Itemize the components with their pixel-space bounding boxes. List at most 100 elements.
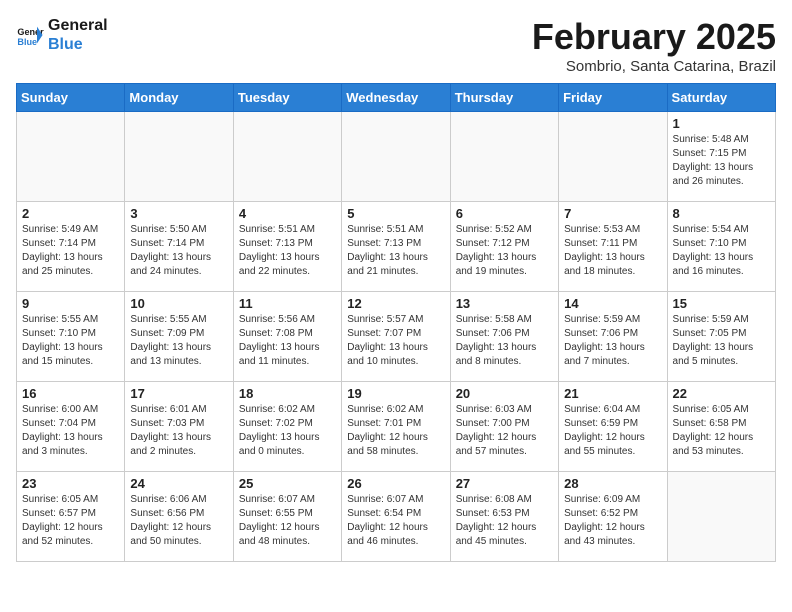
day-number: 25 — [239, 476, 336, 491]
day-number: 14 — [564, 296, 661, 311]
day-info: Sunrise: 5:59 AM Sunset: 7:06 PM Dayligh… — [564, 313, 661, 369]
day-info: Sunrise: 5:55 AM Sunset: 7:10 PM Dayligh… — [22, 313, 119, 369]
day-cell: 28 Sunrise: 6:09 AM Sunset: 6:52 PM Dayli… — [559, 472, 667, 562]
day-number: 28 — [564, 476, 661, 491]
day-cell — [342, 112, 450, 202]
day-number: 6 — [456, 206, 553, 221]
day-cell — [667, 472, 775, 562]
day-info: Sunrise: 5:49 AM Sunset: 7:14 PM Dayligh… — [22, 223, 119, 279]
day-number: 10 — [130, 296, 227, 311]
day-header-saturday: Saturday — [667, 84, 775, 112]
day-cell — [125, 112, 233, 202]
day-number: 21 — [564, 386, 661, 401]
day-cell: 11 Sunrise: 5:56 AM Sunset: 7:08 PM Dayli… — [233, 292, 341, 382]
day-number: 1 — [673, 116, 770, 131]
day-number: 24 — [130, 476, 227, 491]
day-cell: 26 Sunrise: 6:07 AM Sunset: 6:54 PM Dayli… — [342, 472, 450, 562]
day-cell: 7 Sunrise: 5:53 AM Sunset: 7:11 PM Daylig… — [559, 202, 667, 292]
day-number: 19 — [347, 386, 444, 401]
day-cell: 3Sunrise: 5:50 AM Sunset: 7:14 PM Daylig… — [125, 202, 233, 292]
day-info: Sunrise: 6:08 AM Sunset: 6:53 PM Dayligh… — [456, 493, 553, 549]
svg-text:Blue: Blue — [17, 37, 37, 47]
day-info: Sunrise: 6:07 AM Sunset: 6:54 PM Dayligh… — [347, 493, 444, 549]
day-info: Sunrise: 6:02 AM Sunset: 7:02 PM Dayligh… — [239, 403, 336, 459]
day-cell: 8 Sunrise: 5:54 AM Sunset: 7:10 PM Daylig… — [667, 202, 775, 292]
day-number: 2 — [22, 206, 119, 221]
day-info: Sunrise: 6:06 AM Sunset: 6:56 PM Dayligh… — [130, 493, 227, 549]
day-number: 8 — [673, 206, 770, 221]
day-number: 9 — [22, 296, 119, 311]
day-info: Sunrise: 6:05 AM Sunset: 6:57 PM Dayligh… — [22, 493, 119, 549]
day-number: 11 — [239, 296, 336, 311]
week-row-5: 23 Sunrise: 6:05 AM Sunset: 6:57 PM Dayli… — [17, 472, 776, 562]
day-cell — [450, 112, 558, 202]
days-header-row: SundayMondayTuesdayWednesdayThursdayFrid… — [17, 84, 776, 112]
day-info: Sunrise: 6:09 AM Sunset: 6:52 PM Dayligh… — [564, 493, 661, 549]
day-cell: 23 Sunrise: 6:05 AM Sunset: 6:57 PM Dayli… — [17, 472, 125, 562]
day-cell: 16 Sunrise: 6:00 AM Sunset: 7:04 PM Dayli… — [17, 382, 125, 472]
day-number: 17 — [130, 386, 227, 401]
day-cell: 22 Sunrise: 6:05 AM Sunset: 6:58 PM Dayli… — [667, 382, 775, 472]
day-info: Sunrise: 5:48 AM Sunset: 7:15 PM Dayligh… — [673, 133, 770, 189]
month-title: February 2025 — [532, 16, 776, 58]
day-header-sunday: Sunday — [17, 84, 125, 112]
day-cell: 20 Sunrise: 6:03 AM Sunset: 7:00 PM Dayli… — [450, 382, 558, 472]
day-info: Sunrise: 6:01 AM Sunset: 7:03 PM Dayligh… — [130, 403, 227, 459]
day-number: 3 — [130, 206, 227, 221]
logo-icon: General Blue — [16, 21, 44, 49]
logo-line2: Blue — [48, 35, 108, 54]
day-cell: 15 Sunrise: 5:59 AM Sunset: 7:05 PM Dayli… — [667, 292, 775, 382]
day-info: Sunrise: 6:02 AM Sunset: 7:01 PM Dayligh… — [347, 403, 444, 459]
day-cell — [559, 112, 667, 202]
day-info: Sunrise: 5:51 AM Sunset: 7:13 PM Dayligh… — [239, 223, 336, 279]
day-number: 12 — [347, 296, 444, 311]
day-info: Sunrise: 6:00 AM Sunset: 7:04 PM Dayligh… — [22, 403, 119, 459]
day-header-thursday: Thursday — [450, 84, 558, 112]
day-cell: 27 Sunrise: 6:08 AM Sunset: 6:53 PM Dayli… — [450, 472, 558, 562]
day-header-friday: Friday — [559, 84, 667, 112]
day-header-wednesday: Wednesday — [342, 84, 450, 112]
day-cell: 21Sunrise: 6:04 AM Sunset: 6:59 PM Dayli… — [559, 382, 667, 472]
day-cell — [17, 112, 125, 202]
day-cell: 1 Sunrise: 5:48 AM Sunset: 7:15 PM Daylig… — [667, 112, 775, 202]
day-info: Sunrise: 5:57 AM Sunset: 7:07 PM Dayligh… — [347, 313, 444, 369]
day-cell: 2 Sunrise: 5:49 AM Sunset: 7:14 PM Daylig… — [17, 202, 125, 292]
day-info: Sunrise: 5:59 AM Sunset: 7:05 PM Dayligh… — [673, 313, 770, 369]
day-info: Sunrise: 5:56 AM Sunset: 7:08 PM Dayligh… — [239, 313, 336, 369]
week-row-1: 1 Sunrise: 5:48 AM Sunset: 7:15 PM Daylig… — [17, 112, 776, 202]
day-number: 7 — [564, 206, 661, 221]
week-row-3: 9 Sunrise: 5:55 AM Sunset: 7:10 PM Daylig… — [17, 292, 776, 382]
day-cell: 12 Sunrise: 5:57 AM Sunset: 7:07 PM Dayli… — [342, 292, 450, 382]
day-cell: 19 Sunrise: 6:02 AM Sunset: 7:01 PM Dayli… — [342, 382, 450, 472]
day-cell: 6Sunrise: 5:52 AM Sunset: 7:12 PM Daylig… — [450, 202, 558, 292]
day-info: Sunrise: 6:07 AM Sunset: 6:55 PM Dayligh… — [239, 493, 336, 549]
day-number: 22 — [673, 386, 770, 401]
day-number: 23 — [22, 476, 119, 491]
day-number: 18 — [239, 386, 336, 401]
logo: General Blue General Blue — [16, 16, 108, 54]
day-number: 27 — [456, 476, 553, 491]
day-cell: 14 Sunrise: 5:59 AM Sunset: 7:06 PM Dayli… — [559, 292, 667, 382]
day-cell: 4 Sunrise: 5:51 AM Sunset: 7:13 PM Daylig… — [233, 202, 341, 292]
day-cell: 25 Sunrise: 6:07 AM Sunset: 6:55 PM Dayli… — [233, 472, 341, 562]
day-number: 15 — [673, 296, 770, 311]
day-cell: 17 Sunrise: 6:01 AM Sunset: 7:03 PM Dayli… — [125, 382, 233, 472]
week-row-2: 2 Sunrise: 5:49 AM Sunset: 7:14 PM Daylig… — [17, 202, 776, 292]
day-number: 16 — [22, 386, 119, 401]
day-info: Sunrise: 5:53 AM Sunset: 7:11 PM Dayligh… — [564, 223, 661, 279]
title-area: February 2025 Sombrio, Santa Catarina, B… — [532, 16, 776, 75]
day-info: Sunrise: 5:51 AM Sunset: 7:13 PM Dayligh… — [347, 223, 444, 279]
day-number: 13 — [456, 296, 553, 311]
day-info: Sunrise: 5:54 AM Sunset: 7:10 PM Dayligh… — [673, 223, 770, 279]
day-cell: 9 Sunrise: 5:55 AM Sunset: 7:10 PM Daylig… — [17, 292, 125, 382]
day-info: Sunrise: 6:05 AM Sunset: 6:58 PM Dayligh… — [673, 403, 770, 459]
calendar: SundayMondayTuesdayWednesdayThursdayFrid… — [16, 83, 776, 562]
location: Sombrio, Santa Catarina, Brazil — [532, 58, 776, 75]
day-info: Sunrise: 5:55 AM Sunset: 7:09 PM Dayligh… — [130, 313, 227, 369]
day-number: 26 — [347, 476, 444, 491]
day-cell: 18 Sunrise: 6:02 AM Sunset: 7:02 PM Dayli… — [233, 382, 341, 472]
day-info: Sunrise: 6:03 AM Sunset: 7:00 PM Dayligh… — [456, 403, 553, 459]
day-number: 4 — [239, 206, 336, 221]
day-number: 20 — [456, 386, 553, 401]
day-info: Sunrise: 5:58 AM Sunset: 7:06 PM Dayligh… — [456, 313, 553, 369]
